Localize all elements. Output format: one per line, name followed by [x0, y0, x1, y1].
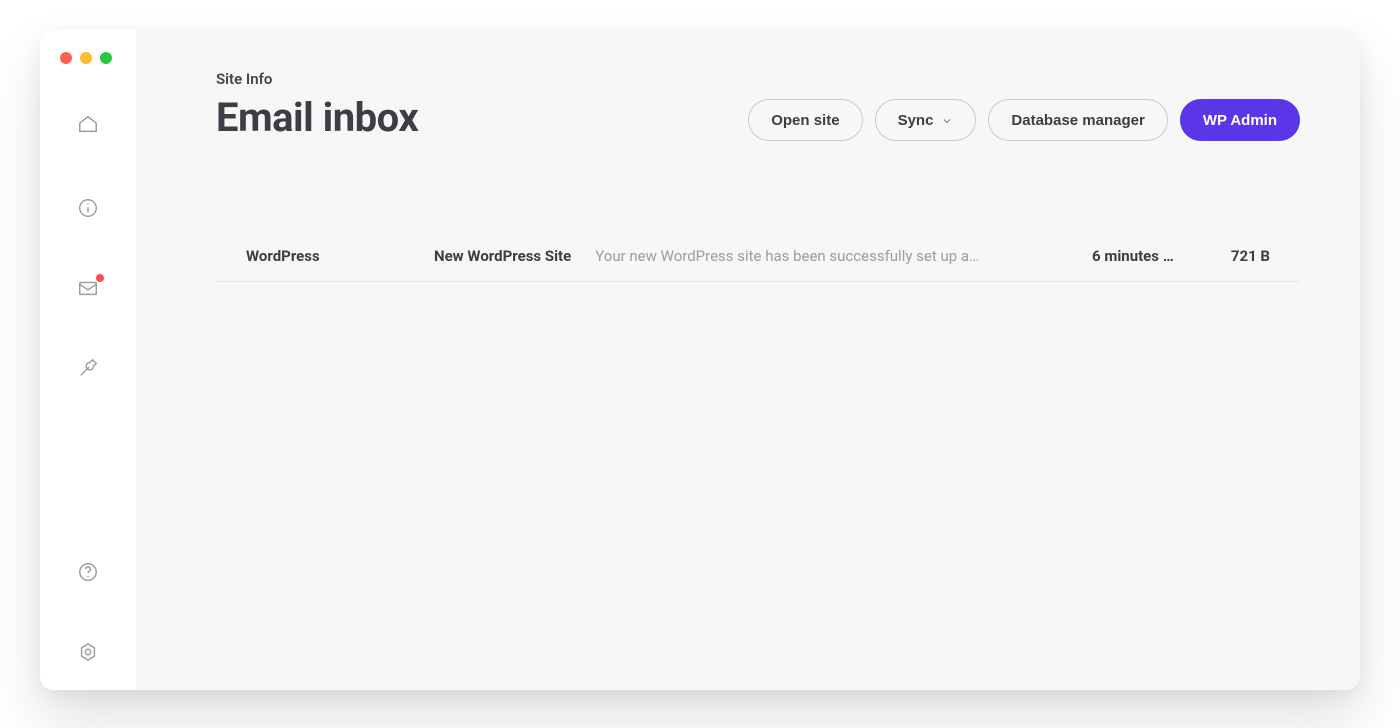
open-site-label: Open site: [771, 112, 839, 129]
header-actions: Open site Sync Database manager WP Admin: [748, 99, 1300, 141]
sidebar: [40, 30, 136, 690]
sidebar-item-info[interactable]: [74, 196, 102, 224]
wp-admin-label: WP Admin: [1203, 112, 1277, 129]
sidebar-nav-footer: [74, 560, 102, 668]
mail-icon: [77, 277, 99, 303]
email-list: WordPress New WordPress Site Your new Wo…: [216, 231, 1300, 282]
sidebar-item-tools[interactable]: [74, 356, 102, 384]
email-row[interactable]: WordPress New WordPress Site Your new Wo…: [216, 231, 1300, 282]
sidebar-item-settings[interactable]: [74, 640, 102, 668]
email-size: 721 B: [1210, 247, 1270, 265]
database-manager-button[interactable]: Database manager: [988, 99, 1167, 141]
email-time: 6 minutes …: [1092, 247, 1192, 265]
database-manager-label: Database manager: [1011, 112, 1144, 129]
main-content: Site Info Email inbox Open site Sync Dat…: [136, 30, 1360, 690]
sync-label: Sync: [898, 112, 934, 129]
email-subject: New WordPress Site: [434, 247, 571, 265]
open-site-button[interactable]: Open site: [748, 99, 862, 141]
notification-badge: [96, 274, 104, 282]
breadcrumb: Site Info: [216, 70, 418, 88]
sidebar-item-home[interactable]: [74, 112, 102, 140]
help-icon: [77, 561, 99, 587]
email-sender: WordPress: [246, 247, 416, 265]
page-titles: Site Info Email inbox: [216, 70, 418, 141]
page-header: Site Info Email inbox Open site Sync Dat…: [216, 70, 1300, 141]
home-icon: [77, 113, 99, 139]
sidebar-item-help[interactable]: [74, 560, 102, 588]
wp-admin-button[interactable]: WP Admin: [1180, 99, 1300, 141]
maximize-window[interactable]: [100, 52, 112, 64]
info-icon: [77, 197, 99, 223]
window-controls: [60, 52, 112, 64]
chevron-down-icon: [941, 114, 953, 126]
sync-button[interactable]: Sync: [875, 99, 977, 141]
minimize-window[interactable]: [80, 52, 92, 64]
sidebar-item-mail[interactable]: [74, 276, 102, 304]
tools-icon: [77, 357, 99, 383]
sidebar-nav-main: [74, 196, 102, 384]
page-title: Email inbox: [216, 94, 418, 141]
settings-icon: [77, 641, 99, 667]
close-window[interactable]: [60, 52, 72, 64]
email-preview: Your new WordPress site has been success…: [595, 247, 1074, 265]
sidebar-nav-top: [74, 112, 102, 140]
app-window: Site Info Email inbox Open site Sync Dat…: [40, 30, 1360, 690]
